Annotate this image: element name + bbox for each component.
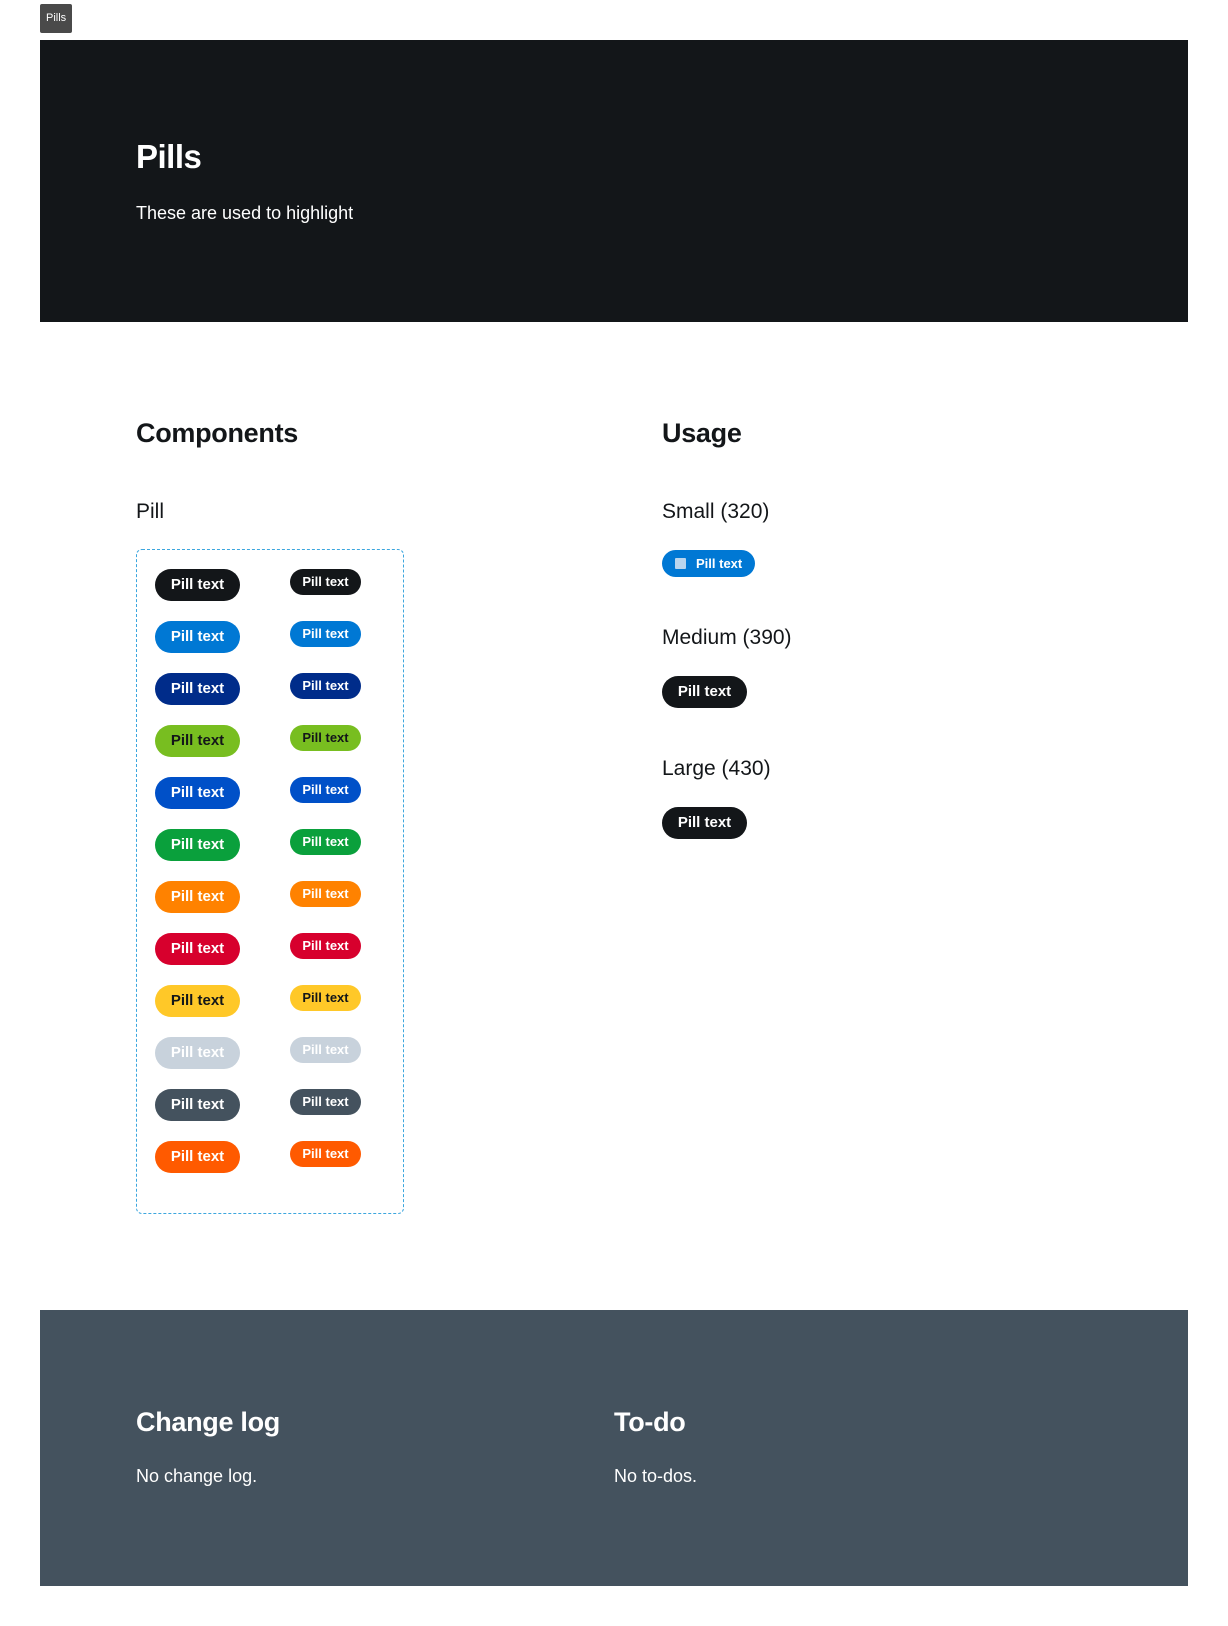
pill-small[interactable]: Pill text [290, 1089, 361, 1115]
pill-small[interactable]: Pill text [290, 1141, 361, 1167]
usage-medium-pill[interactable]: Pill text [662, 676, 747, 708]
pill-small[interactable]: Pill text [290, 985, 361, 1011]
todo-heading: To-do [614, 1407, 686, 1437]
pill-medium[interactable]: Pill text [155, 933, 240, 965]
pill-medium[interactable]: Pill text [155, 569, 240, 601]
pill-small[interactable]: Pill text [290, 673, 361, 699]
usage-small-pill[interactable]: Pill text [662, 550, 755, 577]
hero-banner: Pills These are used to highlight [40, 40, 1188, 322]
changelog-heading: Change log [136, 1407, 280, 1437]
pill-medium[interactable]: Pill text [155, 1141, 240, 1173]
usage-large-label: Large (430) [662, 757, 771, 780]
pill-medium[interactable]: Pill text [155, 1037, 240, 1069]
pill-medium[interactable]: Pill text [155, 621, 240, 653]
usage-medium-label: Medium (390) [662, 626, 792, 649]
pill-small[interactable]: Pill text [290, 829, 361, 855]
pill-small[interactable]: Pill text [290, 621, 361, 647]
pill-subheading: Pill [136, 500, 165, 523]
usage-heading: Usage [662, 418, 742, 448]
components-heading: Components [136, 418, 298, 448]
pill-medium[interactable]: Pill text [155, 985, 240, 1017]
footer: Change log No change log. To-do No to-do… [40, 1310, 1188, 1586]
page-subtitle: These are used to highlight [136, 203, 354, 223]
pill-small[interactable]: Pill text [290, 933, 361, 959]
pill-medium[interactable]: Pill text [155, 829, 240, 861]
usage-small-label: Small (320) [662, 500, 770, 523]
pill-medium[interactable]: Pill text [155, 777, 240, 809]
usage-large-pill[interactable]: Pill text [662, 807, 747, 839]
changelog-text: No change log. [136, 1466, 258, 1486]
usage-small-pill-text: Pill text [696, 556, 743, 571]
pill-medium[interactable]: Pill text [155, 881, 240, 913]
pill-small[interactable]: Pill text [290, 1037, 361, 1063]
frame-tag: Pills [40, 4, 73, 33]
pill-small[interactable]: Pill text [290, 725, 361, 751]
square-icon [675, 558, 686, 569]
pill-showcase: Pill text Pill text Pill text Pill text Pill… [136, 549, 404, 1214]
pill-small[interactable]: Pill text [290, 777, 361, 803]
pill-medium[interactable]: Pill text [155, 673, 240, 705]
pill-small[interactable]: Pill text [290, 569, 361, 595]
todo-text: No to-dos. [614, 1466, 698, 1486]
page-title: Pills [136, 138, 202, 175]
pill-medium[interactable]: Pill text [155, 1089, 240, 1121]
pill-medium[interactable]: Pill text [155, 725, 240, 757]
pill-small[interactable]: Pill text [290, 881, 361, 907]
